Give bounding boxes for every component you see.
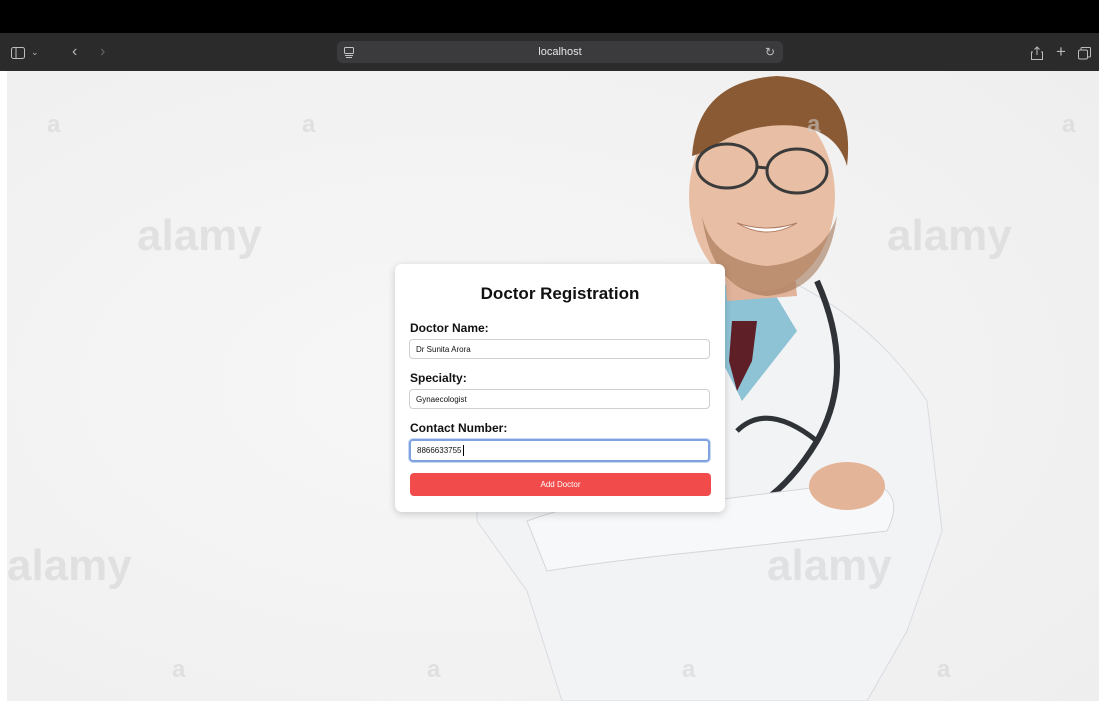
- browser-toolbar: ⌄ ‹ › localhost ↻ +: [0, 33, 1099, 71]
- watermark: alamy: [887, 211, 1012, 260]
- specialty-label: Specialty:: [410, 371, 467, 385]
- chevron-down-icon[interactable]: ⌄: [31, 33, 39, 71]
- watermark: a: [172, 656, 186, 683]
- watermark: a: [937, 656, 951, 683]
- specialty-value: Gynaecologist: [416, 395, 467, 404]
- watermark: alamy: [137, 211, 262, 260]
- doctor-name-label: Doctor Name:: [410, 321, 489, 335]
- text-caret: [462, 445, 464, 457]
- page-viewport: alamy alamy alamy alamy a a a a a a a a …: [7, 71, 1099, 701]
- sidebar-icon[interactable]: [11, 33, 25, 71]
- watermark: alamy: [7, 541, 132, 590]
- doctor-name-value: Dr Sunita Arora: [416, 345, 471, 354]
- new-tab-icon[interactable]: +: [1056, 33, 1066, 71]
- specialty-input[interactable]: Gynaecologist: [409, 389, 710, 409]
- watermark: a: [427, 656, 441, 683]
- forward-icon[interactable]: ›: [100, 33, 105, 71]
- contact-number-input[interactable]: 8866633755: [409, 439, 710, 462]
- reload-icon[interactable]: ↻: [765, 41, 775, 63]
- tabs-overview-icon[interactable]: [1078, 33, 1091, 71]
- screen-top-bar: [0, 0, 1099, 33]
- watermark: a: [807, 111, 821, 138]
- doctor-registration-card: Doctor Registration Doctor Name: Dr Suni…: [395, 264, 725, 512]
- contact-number-label: Contact Number:: [410, 421, 508, 435]
- add-doctor-button[interactable]: Add Doctor: [410, 473, 711, 496]
- watermark: a: [302, 111, 316, 138]
- share-icon[interactable]: [1031, 33, 1043, 71]
- doctor-name-input[interactable]: Dr Sunita Arora: [409, 339, 710, 359]
- watermark: a: [47, 111, 61, 138]
- contact-number-value: 8866633755: [417, 446, 462, 455]
- watermark: a: [1062, 111, 1076, 138]
- url-text[interactable]: localhost: [337, 41, 783, 63]
- watermark: alamy: [767, 541, 892, 590]
- form-title: Doctor Registration: [480, 284, 640, 303]
- address-bar[interactable]: localhost ↻: [337, 41, 783, 63]
- watermark: a: [682, 656, 696, 683]
- back-icon[interactable]: ‹: [72, 33, 77, 71]
